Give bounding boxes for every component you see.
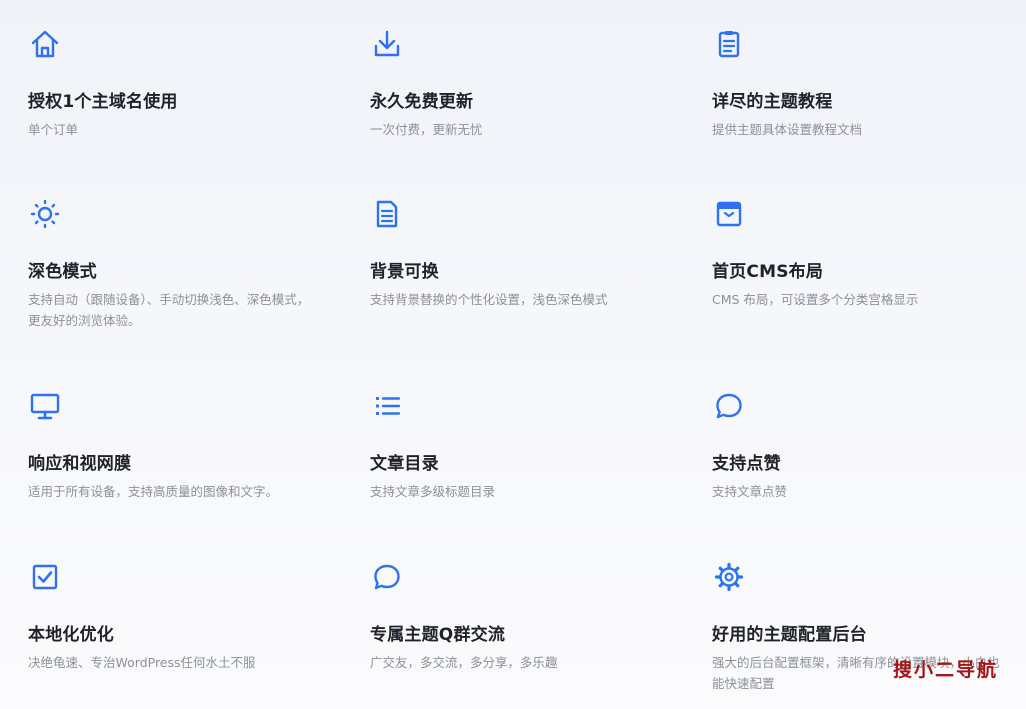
feature-title: 好用的主题配置后台	[712, 625, 867, 645]
speech-bubble-icon	[712, 390, 746, 422]
feature-title: 授权1个主域名使用	[28, 92, 178, 112]
feature-description: 单个订单	[28, 122, 79, 137]
document-icon	[370, 198, 404, 230]
feature-title: 背景可换	[370, 262, 439, 282]
feature-description: 支持背景替换的个性化设置，浅色深色模式	[370, 292, 608, 307]
feature-description: CMS 布局，可设置多个分类宫格显示	[712, 292, 919, 307]
feature-title: 首页CMS布局	[712, 262, 824, 282]
feature-title: 响应和视网膜	[28, 454, 132, 474]
monitor-icon	[28, 390, 62, 422]
sun-icon	[28, 198, 62, 230]
feature-description: 支持文章多级标题目录	[370, 484, 496, 499]
feature-description: 广交友，多交流，多分享，多乐趣	[370, 655, 558, 670]
feature-description: 决绝龟速、专治WordPress任何水土不服	[28, 655, 256, 670]
feature-title: 支持点赞	[712, 454, 781, 474]
feature-title: 文章目录	[370, 454, 439, 474]
feature-title: 本地化优化	[28, 625, 114, 645]
feature-title: 详尽的主题教程	[712, 92, 833, 112]
feature-description: 适用于所有设备，支持高质量的图像和文字。	[28, 484, 279, 499]
home-icon	[28, 28, 62, 60]
feature-title: 专属主题Q群交流	[370, 625, 506, 645]
feature-title: 永久免费更新	[370, 92, 474, 112]
download-icon	[370, 28, 404, 60]
feature-description: 支持文章点赞	[712, 484, 788, 499]
feature-description: 提供主题具体设置教程文档	[712, 122, 863, 137]
chat-icon	[370, 561, 404, 593]
list-icon	[370, 390, 404, 422]
feature-description: 支持自动（跟随设备）、手动切换浅色、深色模式，更友好的浏览体验。	[28, 292, 310, 328]
layout-icon	[712, 198, 746, 230]
site-watermark: 搜小二导航	[892, 659, 998, 681]
gear-icon	[712, 561, 746, 593]
clipboard-icon	[712, 28, 746, 60]
feature-description: 一次付费，更新无忧	[370, 122, 483, 137]
checkbox-icon	[28, 561, 62, 593]
feature-title: 深色模式	[28, 262, 97, 282]
